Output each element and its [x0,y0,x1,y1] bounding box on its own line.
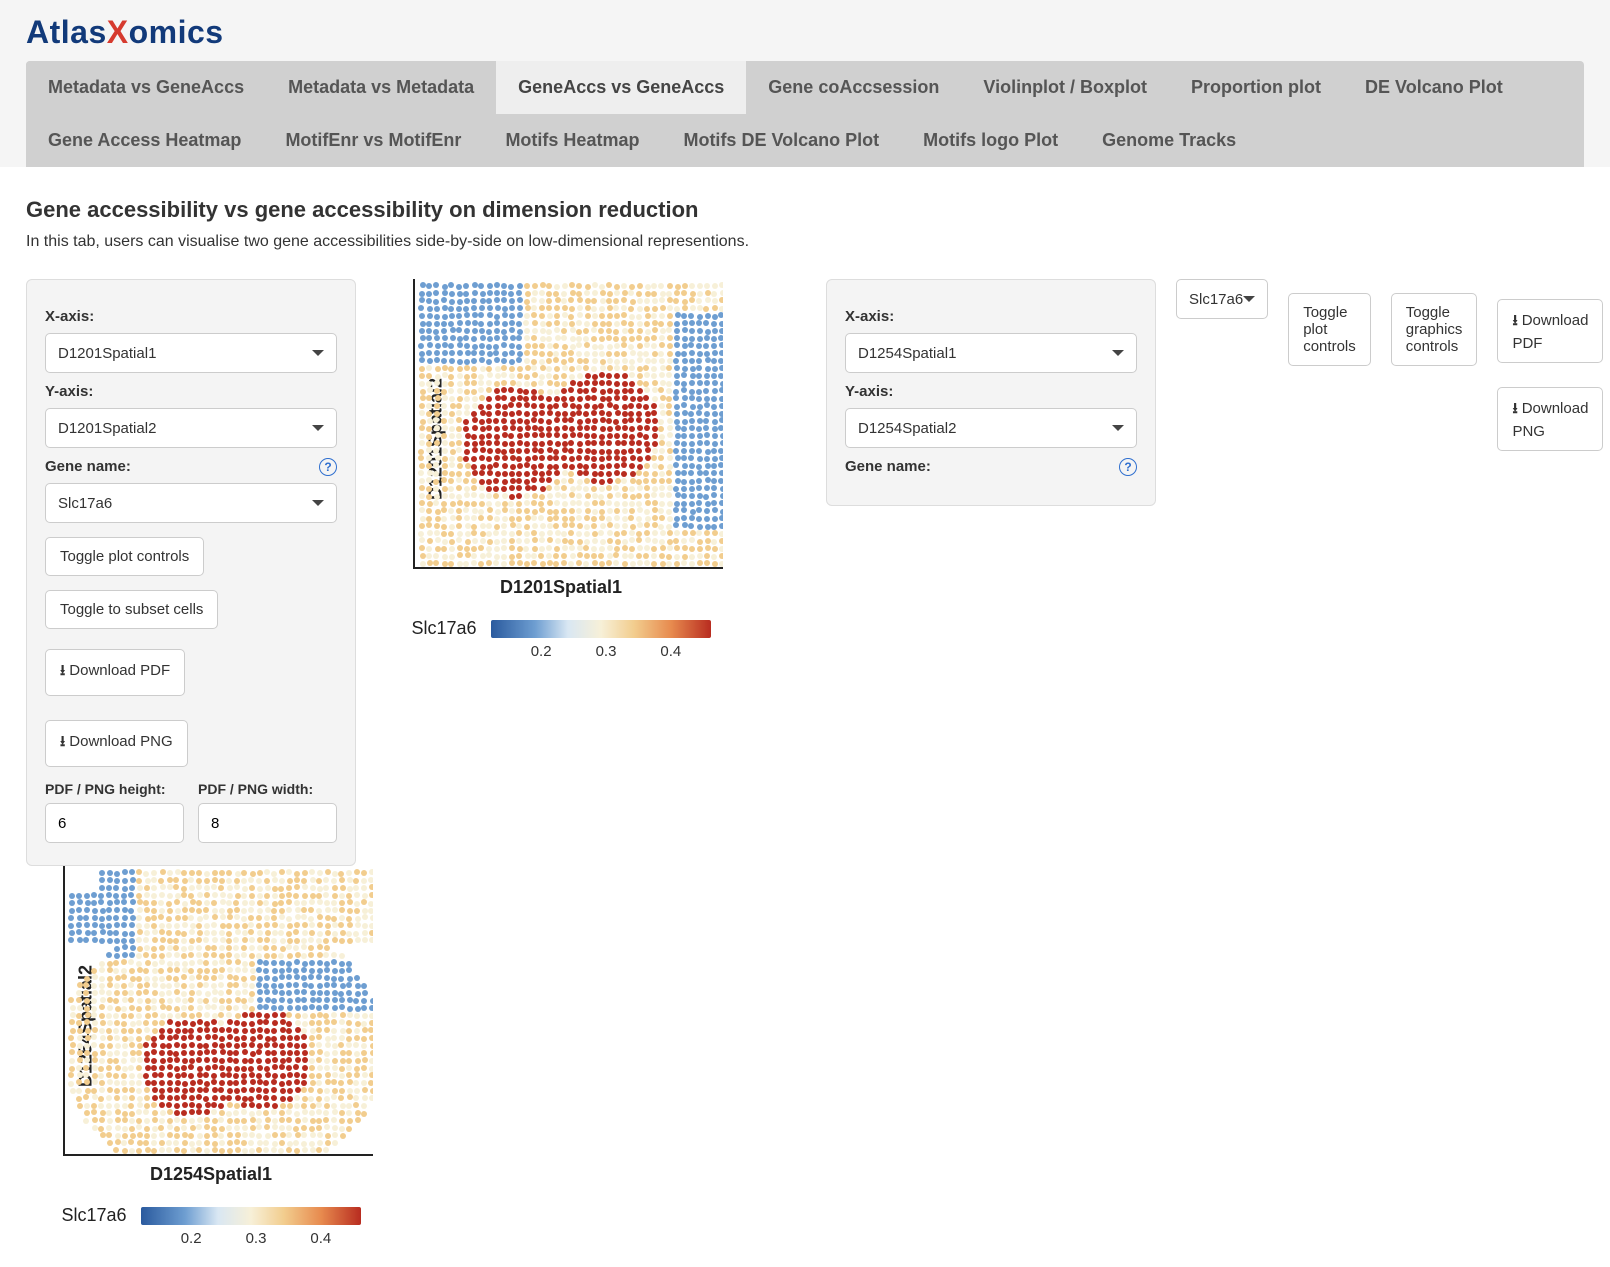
right-download-pdf-button[interactable]: ⭳Download PDF [1497,299,1603,363]
left-gene-value: Slc17a6 [58,495,112,512]
left-toggle-subset-button[interactable]: Toggle to subset cells [45,590,218,629]
tab-motifs-logo-plot[interactable]: Motifs logo Plot [901,114,1080,167]
right-colorbar-ticks: 0.2 0.3 0.4 [181,1230,332,1247]
tab-violinplot-boxplot[interactable]: Violinplot / Boxplot [961,61,1169,114]
chevron-down-icon [1243,296,1255,302]
chevron-down-icon [1112,350,1124,356]
right-xaxis-value: D1254Spatial1 [858,345,956,362]
chevron-down-icon [312,500,324,506]
logo-x: X [107,14,129,50]
left-download-pdf-button[interactable]: ⭳Download PDF [45,649,185,696]
left-controls-panel: X-axis: D1201Spatial1 Y-axis: D1201Spati… [26,279,356,866]
left-xaxis-select[interactable]: D1201Spatial1 [45,333,337,373]
right-yaxis-value: D1254Spatial2 [858,420,956,437]
tab-de-volcano-plot[interactable]: DE Volcano Plot [1343,61,1525,114]
left-colorbar [491,620,711,638]
left-width-label: PDF / PNG width: [198,781,337,797]
right-yaxis-select[interactable]: D1254Spatial2 [845,408,1137,448]
left-xaxis-value: D1201Spatial1 [58,345,156,362]
nav-tabs: Metadata vs GeneAccsMetadata vs Metadata… [26,61,1584,167]
tab-genome-tracks[interactable]: Genome Tracks [1080,114,1258,167]
tab-metadata-vs-geneaccs[interactable]: Metadata vs GeneAccs [26,61,266,114]
right-gene-label: Gene name: ? [845,458,1137,475]
right-scatter-plot [63,866,373,1156]
download-icon: ⭳ [60,733,65,750]
chevron-down-icon [312,350,324,356]
left-legend-label: Slc17a6 [411,618,476,639]
tab-motifenr-vs-motifenr[interactable]: MotifEnr vs MotifEnr [263,114,483,167]
tab-proportion-plot[interactable]: Proportion plot [1169,61,1343,114]
page-description: In this tab, users can visualise two gen… [26,233,1584,251]
left-plot-xlabel: D1201Spatial1 [381,577,741,598]
logo-part2: omics [129,14,224,50]
right-toggle-graphics-button[interactable]: Toggle graphics controls [1391,293,1478,366]
left-gene-label: Gene name: ? [45,458,337,475]
left-yaxis-value: D1201Spatial2 [58,420,156,437]
help-icon[interactable]: ? [1119,458,1137,476]
right-yaxis-label: Y-axis: [845,383,1137,400]
logo-part1: Atlas [26,14,107,50]
left-height-label: PDF / PNG height: [45,781,184,797]
right-controls-panel: X-axis: D1254Spatial1 Y-axis: D1254Spati… [826,279,1156,506]
right-download-png-button[interactable]: ⭳Download PNG [1497,387,1603,451]
left-yaxis-select[interactable]: D1201Spatial2 [45,408,337,448]
right-gene-select[interactable]: Slc17a6 [1176,279,1268,319]
download-icon: ⭳ [60,662,65,679]
left-download-png-button[interactable]: ⭳Download PNG [45,720,188,767]
left-colorbar-ticks: 0.2 0.3 0.4 [531,643,682,660]
chevron-down-icon [1112,425,1124,431]
app-logo: AtlasXomics [26,8,1584,61]
right-colorbar [141,1207,361,1225]
right-plot-panel: D1254Spatial2 D1254Spatial1 Slc17a6 0.2 … [26,866,396,1247]
right-toggle-plot-controls-button[interactable]: Toggle plot controls [1288,293,1371,366]
left-height-input[interactable] [45,803,184,843]
help-icon[interactable]: ? [319,458,337,476]
tab-motifs-de-volcano-plot[interactable]: Motifs DE Volcano Plot [661,114,901,167]
right-xaxis-label: X-axis: [845,308,1137,325]
tab-gene-access-heatmap[interactable]: Gene Access Heatmap [26,114,263,167]
right-legend-label: Slc17a6 [61,1205,126,1226]
left-yaxis-label: Y-axis: [45,383,337,400]
left-toggle-plot-controls-button[interactable]: Toggle plot controls [45,537,204,576]
tab-metadata-vs-metadata[interactable]: Metadata vs Metadata [266,61,496,114]
right-gene-value: Slc17a6 [1189,291,1243,308]
left-width-input[interactable] [198,803,337,843]
left-xaxis-label: X-axis: [45,308,337,325]
page-title: Gene accessibility vs gene accessibility… [26,197,1584,223]
tab-geneaccs-vs-geneaccs[interactable]: GeneAccs vs GeneAccs [496,61,746,114]
chevron-down-icon [312,425,324,431]
tab-gene-coaccsession[interactable]: Gene coAccsession [746,61,961,114]
right-plot-xlabel: D1254Spatial1 [31,1164,391,1185]
left-plot-panel: D1201Spatial2 D1201Spatial1 Slc17a6 0.2 … [376,279,746,660]
left-gene-select[interactable]: Slc17a6 [45,483,337,523]
download-icon: ⭳ [1512,400,1517,417]
download-icon: ⭳ [1512,312,1517,329]
tab-motifs-heatmap[interactable]: Motifs Heatmap [483,114,661,167]
left-scatter-plot [413,279,723,569]
right-xaxis-select[interactable]: D1254Spatial1 [845,333,1137,373]
